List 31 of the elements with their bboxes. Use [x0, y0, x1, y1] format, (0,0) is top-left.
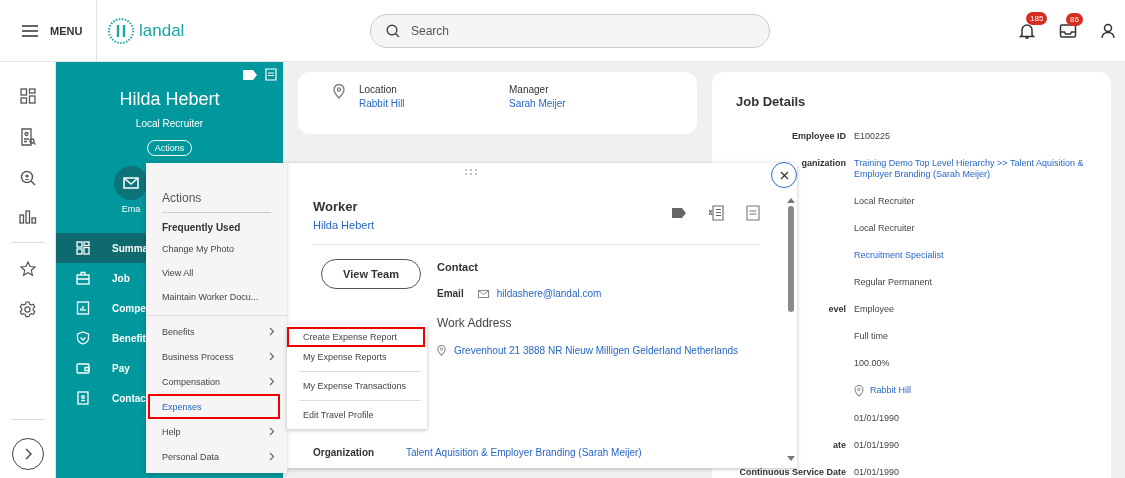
- field-value: Local Recruiter: [854, 223, 915, 234]
- section-title: Contact: [437, 261, 479, 273]
- field-value: E100225: [854, 131, 891, 142]
- field-label: Location: [359, 84, 398, 95]
- field-label: ganization: [801, 158, 846, 169]
- field-value: 100.00%: [854, 358, 890, 369]
- notification-count: 185: [1026, 11, 1048, 25]
- menu-section-title: Frequently Used: [161, 222, 242, 233]
- section-title: Work Address: [437, 316, 513, 330]
- logo-text: landal: [139, 20, 185, 41]
- field-label: Employee ID: [791, 131, 846, 142]
- field-value: Local Recruiter: [854, 196, 915, 207]
- inbox-count: 86: [1066, 12, 1083, 26]
- card-title: Job Details: [736, 94, 807, 109]
- field-label: ate: [833, 440, 846, 451]
- field-label: Organization: [313, 447, 376, 458]
- popup-title: Worker: [313, 199, 359, 214]
- field-label: evel: [828, 304, 846, 315]
- field-value: 01/01/1990: [854, 413, 900, 424]
- job-title: Local Recruiter: [135, 118, 204, 129]
- field-value: 01/01/1990: [854, 440, 900, 451]
- field-label: Email: [437, 288, 464, 299]
- menu-title: Actions: [161, 191, 203, 205]
- field-value: 01/01/1990: [854, 467, 900, 478]
- field-value: Full time: [854, 331, 888, 342]
- field-label: Continuous Service Date: [739, 467, 846, 478]
- email-label: Ema: [121, 204, 141, 214]
- worker-name: Hilda Hebert: [119, 89, 220, 110]
- field-label: Manager: [509, 84, 550, 95]
- field-value: Regular Permanent: [854, 277, 933, 288]
- field-value: Employee: [854, 304, 895, 315]
